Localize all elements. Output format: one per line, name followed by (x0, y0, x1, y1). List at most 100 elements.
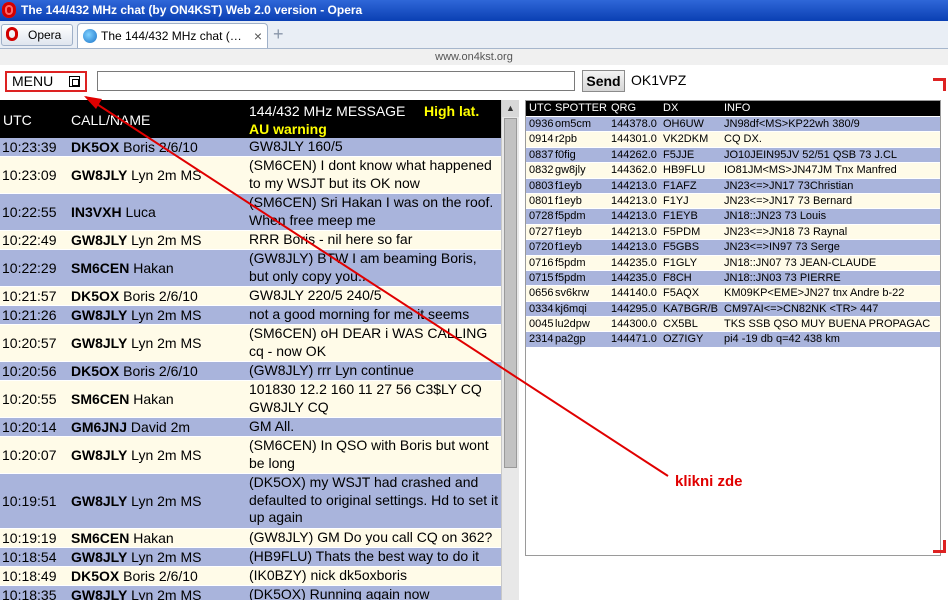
callsign[interactable]: GW8JLY (71, 587, 127, 600)
window-title-bar: The 144/432 MHz chat (by ON4KST) Web 2.0… (0, 0, 948, 21)
row-callsign[interactable]: GW8JLY Lyn 2m MS (71, 167, 201, 183)
callsign[interactable]: SM6CEN (71, 530, 129, 546)
table-row: 10:19:19 SM6CEN Hakan (GW8JLY) GM Do you c… (0, 529, 501, 548)
spot-qrg: 144378.0 (611, 118, 657, 130)
callsign[interactable]: GW8JLY (71, 167, 127, 183)
scroll-thumb[interactable] (504, 118, 517, 468)
row-callsign[interactable]: SM6CEN Hakan (71, 530, 174, 546)
callsign[interactable]: SM6CEN (71, 391, 129, 407)
callsign[interactable]: GW8JLY (71, 447, 127, 463)
row-callsign[interactable]: GW8JLY Lyn 2m MS (71, 307, 201, 323)
row-callsign[interactable]: GW8JLY Lyn 2m MS (71, 587, 201, 600)
operator-name: Lyn 2m MS (131, 231, 202, 248)
row-callsign[interactable]: SM6CEN Hakan (71, 391, 174, 407)
callsign[interactable]: IN3VXH (71, 204, 122, 220)
table-row: 10:22:55 IN3VXH Luca (SM6CEN) Sri Hakan I … (0, 194, 501, 231)
row-message: (SM6CEN) oH DEAR i WAS CALLING cq - now … (249, 325, 488, 359)
spot-row[interactable]: 0837 f0fig 144262.0 F5JJE JO10JEIN95JV 52/51… (526, 147, 940, 164)
scroll-up-icon[interactable]: ▲ (502, 100, 519, 117)
menu-button[interactable]: MENU (5, 71, 87, 92)
row-callsign[interactable]: DK5OX Boris 2/6/10 (71, 139, 198, 155)
high-lat-link[interactable]: High lat. (424, 103, 479, 119)
spot-spotter: f5pdm (555, 210, 586, 223)
callsign[interactable]: GW8JLY (71, 549, 127, 565)
corner-marker-bottom-right (933, 540, 946, 553)
row-callsign[interactable]: GW8JLY Lyn 2m MS (71, 335, 201, 351)
au-warning-link[interactable]: AU warning (249, 121, 327, 137)
spot-info: pi4 -19 db q=42 438 km (724, 333, 840, 346)
row-utc: 10:22:49 (2, 231, 57, 248)
callsign[interactable]: DK5OX (71, 363, 119, 379)
spot-row[interactable]: 0803 f1eyb 144213.0 F1AFZ JN23<=>JN17 73Chri… (526, 178, 940, 194)
send-button[interactable]: Send (582, 70, 625, 92)
row-callsign[interactable]: IN3VXH Luca (71, 204, 156, 220)
table-row: 10:18:49 DK5OX Boris 2/6/10 (IK0BZY) nick … (0, 567, 501, 586)
row-utc: 10:21:26 (2, 306, 57, 323)
row-utc: 10:18:54 (2, 548, 57, 565)
operator-name: Lyn 2m MS (131, 446, 202, 463)
spot-row[interactable]: 0832 gw8jly 144362.0 HB9FLU IO81JM<MS>JN47JM… (526, 163, 940, 179)
close-tab-icon[interactable]: × (254, 24, 262, 48)
row-callsign[interactable]: GW8JLY Lyn 2m MS (71, 493, 201, 509)
spot-row[interactable]: 0914 r2pb 144301.0 VK2DKM CQ DX. (526, 132, 940, 148)
opera-menu-button[interactable]: Opera (1, 24, 73, 46)
spot-row[interactable]: 0334 kj6mqi 144295.0 KA7BGR/B CM97AI<=>CN82N… (526, 301, 940, 318)
spot-row[interactable]: 0728 f5pdm 144213.0 F1EYB JN18::JN23 73 Loui… (526, 209, 940, 225)
spot-utc: 0936 (529, 118, 554, 130)
row-message: (DK5OX) my WSJT had crashed and defaulte… (249, 474, 499, 525)
spot-utc: 0832 (529, 164, 554, 177)
callsign[interactable]: GW8JLY (71, 493, 127, 509)
row-callsign[interactable]: GW8JLY Lyn 2m MS (71, 447, 201, 463)
row-callsign[interactable]: DK5OX Boris 2/6/10 (71, 288, 198, 304)
chat-scrollbar[interactable]: ▲ (501, 100, 519, 600)
spot-row[interactable]: 0656 sv6krw 144140.0 F5AQX KM09KP<EME>JN27 t… (526, 286, 940, 302)
spot-row[interactable]: 0715 f5pdm 144235.0 F8CH JN18::JN03 73 PIERR… (526, 270, 940, 287)
spot-info: IO81JM<MS>JN47JM Tnx Manfred (724, 164, 897, 177)
spot-info: JN23<=>IN97 73 Serge (724, 241, 840, 254)
new-tab-button[interactable]: + (273, 24, 284, 44)
row-callsign[interactable]: SM6CEN Hakan (71, 260, 174, 276)
row-callsign[interactable]: DK5OX Boris 2/6/10 (71, 568, 198, 584)
callsign[interactable]: GM6JNJ (71, 419, 127, 435)
spot-info: JO10JEIN95JV 52/51 QSB 73 J.CL (724, 148, 898, 161)
row-callsign[interactable]: GW8JLY Lyn 2m MS (71, 232, 201, 248)
operator-name: Lyn 2m MS (131, 548, 202, 565)
opera-logo-icon (2, 2, 16, 18)
spot-row[interactable]: 0720 f1eyb 144213.0 F5GBS JN23<=>IN97 73 Ser… (526, 240, 940, 256)
operator-name: Lyn 2m MS (131, 586, 202, 600)
spot-row[interactable]: 0727 f1eyb 144213.0 F5PDM JN23<=>JN18 73 Ray… (526, 224, 940, 241)
message-input[interactable] (97, 71, 575, 91)
row-message: (SM6CEN) Sri Hakan I was on the roof. Wh… (249, 194, 494, 228)
callsign[interactable]: GW8JLY (71, 307, 127, 323)
spot-qrg: 144262.0 (611, 148, 657, 161)
table-row: 10:23:39 DK5OX Boris 2/6/10 GW8JLY 160/5 (0, 138, 501, 157)
operator-name: Boris 2/6/10 (123, 287, 198, 304)
spot-info: JN23<=>JN17 73 Bernard (724, 194, 853, 207)
spot-info: JN18::JN07 73 JEAN-CLAUDE (724, 256, 877, 269)
spot-row[interactable]: 0716 f5pdm 144235.0 F1GLY JN18::JN07 73 JEAN… (526, 255, 940, 271)
operator-name: Boris 2/6/10 (123, 138, 198, 155)
operator-name: Lyn 2m MS (131, 492, 202, 509)
spot-row[interactable]: 2314 pa2gp 144471.0 OZ7IGY pi4 -19 db q=42 4… (526, 332, 940, 348)
callsign[interactable]: SM6CEN (71, 260, 129, 276)
callsign[interactable]: GW8JLY (71, 335, 127, 351)
row-callsign[interactable]: GM6JNJ David 2m (71, 419, 190, 435)
callsign[interactable]: GW8JLY (71, 232, 127, 248)
spot-row[interactable]: 0045 lu2dpw 144300.0 CX5BL TKS SSB QSO MUY B… (526, 317, 940, 333)
operator-name: Hakan (133, 259, 174, 276)
row-utc: 10:23:09 (2, 166, 57, 183)
spot-spotter: f1eyb (555, 225, 582, 238)
spot-qrg: 144471.0 (611, 333, 657, 346)
row-callsign[interactable]: GW8JLY Lyn 2m MS (71, 549, 201, 565)
callsign[interactable]: DK5OX (71, 139, 119, 155)
chat-panel: UTC CALL/NAME 144/432 MHz MESSAGE High l… (0, 100, 501, 600)
tab-chat[interactable]: The 144/432 MHz chat (… × (77, 23, 268, 48)
spot-header-utc: UTC (529, 102, 552, 114)
spot-row[interactable]: 0801 f1eyb 144213.0 F1YJ JN23<=>JN17 73 Bern… (526, 193, 940, 210)
callsign[interactable]: DK5OX (71, 568, 119, 584)
spot-qrg: 144362.0 (611, 164, 657, 177)
operator-name: Hakan (133, 529, 174, 546)
spot-row[interactable]: 0936 om5cm 144378.0 OH6UW JN98df<MS>KP22wh 3… (526, 117, 940, 133)
callsign[interactable]: DK5OX (71, 288, 119, 304)
row-callsign[interactable]: DK5OX Boris 2/6/10 (71, 363, 198, 379)
